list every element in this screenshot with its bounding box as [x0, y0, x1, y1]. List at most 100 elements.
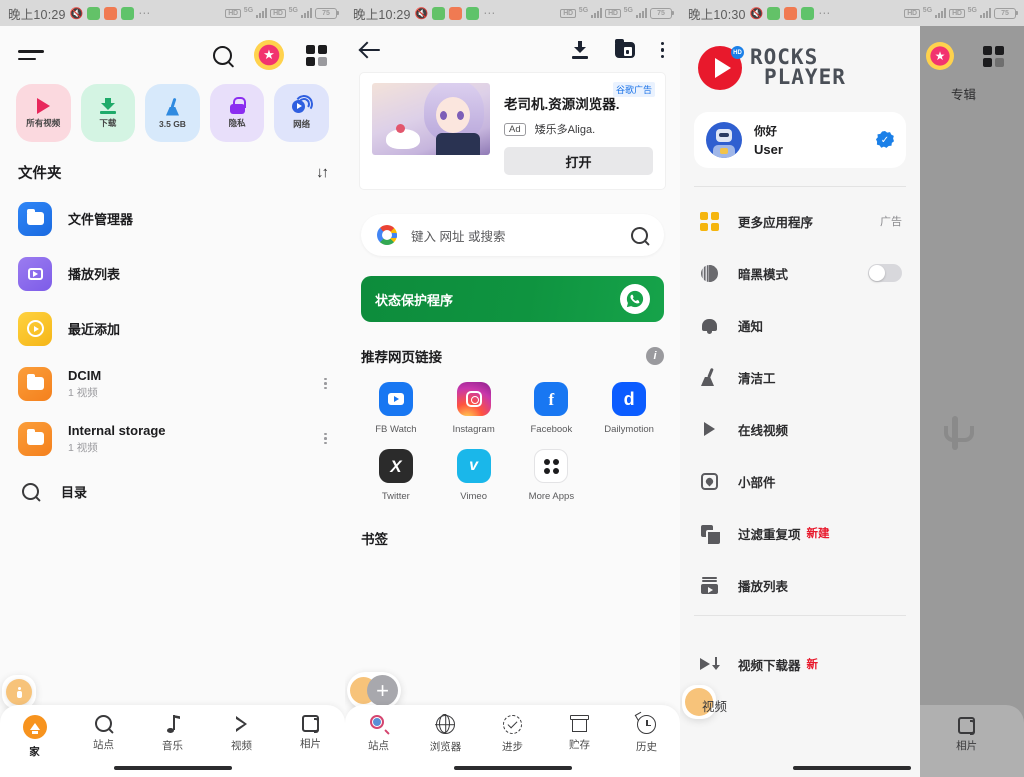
search-icon	[95, 715, 112, 732]
network-type-1: 5G	[578, 6, 589, 14]
dark-mode-toggle[interactable]	[868, 264, 902, 282]
nav-item-video[interactable]: 视频	[207, 715, 276, 753]
nav-item-music[interactable]: 音乐	[138, 715, 207, 753]
tile-cleaner[interactable]: 3.5 GB	[145, 84, 200, 142]
shortcut-fb-watch[interactable]: FB Watch	[357, 382, 435, 435]
more-vertical-icon[interactable]	[324, 377, 327, 390]
more-apps-icon	[534, 449, 569, 483]
nav-label: 浏览器	[429, 741, 462, 753]
more-vertical-icon[interactable]	[324, 432, 327, 445]
search-icon[interactable]	[213, 45, 232, 65]
user-profile-card[interactable]: 你好 User ✓	[694, 112, 906, 168]
navigation-drawer: HD ROCKS PLAYER 你好 User ✓ 更多应用程序 广告 暗黑模式…	[680, 26, 920, 777]
nav-item-home[interactable]: 家	[0, 715, 69, 759]
ad-body: 谷歌广告 老司机.资源浏览器. Ad 矮乐多Aliga. 打开	[504, 82, 655, 175]
info-icon[interactable]: i	[646, 347, 664, 365]
nav-item-history[interactable]: 历史	[613, 711, 680, 754]
nav-item-sites[interactable]: 站点	[345, 715, 412, 753]
download-icon[interactable]	[571, 41, 589, 59]
fb-watch-icon	[378, 382, 413, 416]
list-item[interactable]: 播放列表	[18, 246, 327, 301]
status-bar-right: 晚上10:30 🔇 ⋯ HD 5G HD 5G 75	[680, 0, 1024, 26]
search-input[interactable]: 键入 网址 或搜索	[361, 214, 664, 256]
menu-item-playlist[interactable]: 播放列表	[680, 559, 920, 611]
nav-item-photos[interactable]: 相片	[909, 717, 1024, 753]
grid-apps-icon	[983, 46, 1004, 67]
list-item-meta: 播放列表	[68, 264, 327, 283]
music-note-icon	[164, 715, 181, 733]
shortcut-twitter[interactable]: X Twitter	[357, 449, 435, 502]
menu-label: 小部件	[738, 475, 776, 490]
shortcut-vimeo[interactable]: v Vimeo	[435, 449, 513, 502]
status-left-group: 晚上10:29 🔇 ⋯	[353, 4, 496, 23]
floating-add-button[interactable]: +	[347, 672, 401, 709]
menu-item-video-downloader[interactable]: 视频下载器 新	[680, 638, 920, 690]
list-item-sub: 1 视频	[68, 386, 98, 399]
recent-icon	[18, 311, 52, 346]
shortcut-more-apps[interactable]: More Apps	[513, 449, 591, 502]
shortcut-facebook[interactable]: f Facebook	[513, 382, 591, 435]
menu-item-online-video[interactable]: 在线视频	[680, 403, 920, 455]
directory-row[interactable]: 目录	[18, 466, 327, 516]
plus-icon[interactable]: +	[367, 675, 398, 706]
menu-item-filter-duplicates[interactable]: 过滤重复项 新建	[680, 507, 920, 559]
hamburger-icon[interactable]	[18, 46, 44, 64]
ad-network-tag: 谷歌广告	[612, 82, 655, 97]
shortcut-dailymotion[interactable]: d Dailymotion	[590, 382, 668, 435]
nav-label: 站点	[368, 740, 389, 752]
nav-label: 贮存	[569, 739, 590, 751]
signal-bars-1-icon	[935, 8, 947, 18]
list-item[interactable]: 文件管理器	[18, 191, 327, 246]
photos-icon	[958, 717, 976, 735]
nav-item-browser[interactable]: 浏览器	[412, 714, 479, 754]
folder-icon	[18, 421, 52, 456]
nav-item-progress[interactable]: 进步	[479, 715, 546, 754]
list-item-name: DCIM	[68, 367, 102, 383]
dark-mode-icon	[698, 264, 720, 282]
floating-assistant-button[interactable]	[2, 675, 36, 709]
pane-left-file-browser: 晚上10:29 🔇 ⋯ HD 5G HD 5G 75 ★ 所有视频 下载 3.5…	[0, 0, 345, 777]
menu-item-dark-mode[interactable]: 暗黑模式	[680, 247, 920, 299]
nav-item-storage[interactable]: 贮存	[546, 715, 613, 752]
progress-check-icon	[503, 715, 522, 734]
status-saver-banner[interactable]: 状态保护程序	[361, 276, 664, 322]
ad-card[interactable]: 谷歌广告 老司机.资源浏览器. Ad 矮乐多Aliga. 打开	[359, 72, 666, 190]
list-item-meta: Internal storage 1 视频	[68, 423, 308, 455]
menu-item-more-apps[interactable]: 更多应用程序 广告	[680, 195, 920, 247]
home-indicator	[453, 766, 572, 770]
ad-thumbnail	[372, 83, 490, 155]
bookmarks-title: 书签	[361, 532, 388, 547]
tile-network[interactable]: 网络	[274, 84, 329, 142]
star-badge-icon[interactable]: ★	[254, 40, 284, 70]
list-item[interactable]: Internal storage 1 视频	[18, 411, 327, 466]
star-badge-icon: ★	[926, 42, 954, 70]
menu-item-notifications[interactable]: 通知	[680, 299, 920, 351]
list-item[interactable]: 最近添加	[18, 301, 327, 356]
network-play-icon	[291, 93, 315, 115]
list-item[interactable]: DCIM 1 视频	[18, 356, 327, 411]
menu-label-text: 过滤重复项	[738, 527, 801, 542]
status-time: 晚上10:30	[688, 7, 746, 22]
tile-downloads[interactable]: 下载	[80, 84, 136, 142]
menu-item-cleaner[interactable]: 清洁工	[680, 351, 920, 403]
ad-cta-button[interactable]: 打开	[504, 147, 653, 175]
battery-level: 75	[657, 9, 665, 17]
folder-list: 文件管理器 播放列表 最近添加 DCIM 1 视频 Internal stora…	[0, 191, 345, 516]
nav-item-sites[interactable]: 站点	[69, 715, 138, 752]
list-item-sub: 1 视频	[68, 441, 98, 454]
tile-all-videos[interactable]: 所有视频	[16, 84, 71, 142]
grid-apps-icon[interactable]	[306, 44, 327, 66]
lock-folder-icon[interactable]	[614, 39, 635, 58]
nav-item-photos[interactable]: 相片	[276, 715, 345, 751]
sort-arrows-icon[interactable]: ↓↑	[316, 164, 329, 181]
nav-label: 站点	[93, 739, 114, 751]
network-type-2: 5G	[967, 6, 977, 14]
arrow-back-icon[interactable]	[361, 40, 381, 60]
tile-private[interactable]: 隐私	[209, 84, 265, 142]
screen-root: 晚上10:29 🔇 ⋯ HD 5G HD 5G 75 ★ 所有视频 下载 3.5…	[0, 0, 1024, 777]
search-icon[interactable]	[631, 226, 648, 244]
shortcut-label: Facebook	[530, 424, 573, 435]
more-vertical-icon[interactable]	[660, 41, 664, 59]
menu-item-widget[interactable]: 小部件	[680, 455, 920, 507]
shortcut-instagram[interactable]: Instagram	[435, 382, 513, 435]
